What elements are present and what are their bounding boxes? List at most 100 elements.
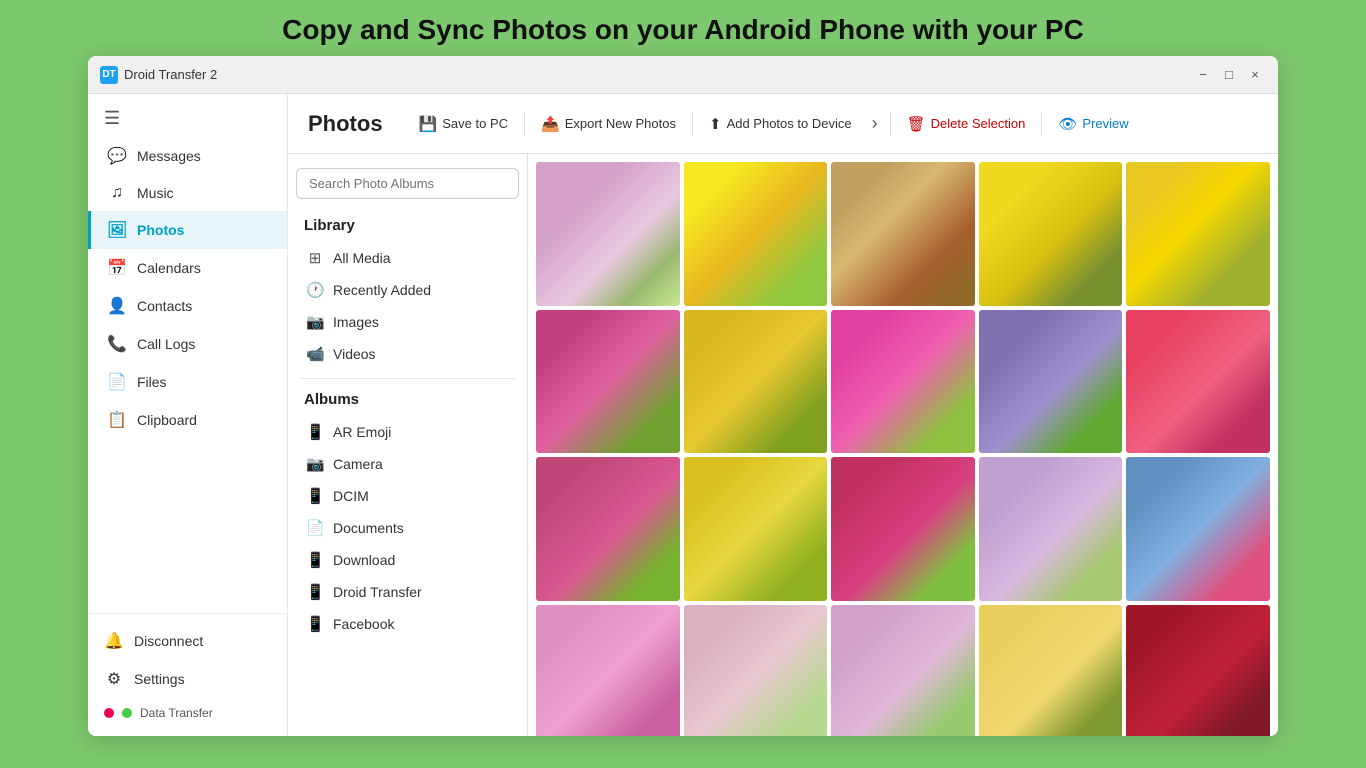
preview-button[interactable]: 👁 Preview bbox=[1046, 109, 1140, 139]
photo-cell-3[interactable] bbox=[831, 162, 975, 306]
add-photos-label: Add Photos to Device bbox=[727, 116, 852, 131]
droid-transfer-icon: 📱 bbox=[306, 583, 324, 601]
close-button[interactable]: × bbox=[1244, 64, 1266, 86]
album-item-ar-emoji[interactable]: 📱 AR Emoji bbox=[296, 416, 519, 448]
album-item-dcim-label: DCIM bbox=[333, 488, 369, 504]
minimize-button[interactable]: − bbox=[1192, 64, 1214, 86]
photo-cell-7[interactable] bbox=[684, 310, 828, 454]
photo-cell-13[interactable] bbox=[831, 457, 975, 601]
toolbar-separator-4 bbox=[1041, 112, 1042, 136]
download-icon: 📱 bbox=[306, 551, 324, 569]
music-icon: ♫ bbox=[107, 184, 127, 202]
preview-label: Preview bbox=[1082, 116, 1128, 131]
photo-cell-19[interactable] bbox=[979, 605, 1123, 736]
library-item-all-media[interactable]: ⊞ All Media bbox=[296, 242, 519, 274]
album-item-droid-transfer[interactable]: 📱 Droid Transfer bbox=[296, 576, 519, 608]
photo-cell-2[interactable] bbox=[684, 162, 828, 306]
search-input[interactable] bbox=[296, 168, 519, 199]
sidebar-item-music[interactable]: ♫ Music bbox=[88, 175, 287, 211]
export-new-photos-button[interactable]: 📤 Export New Photos bbox=[529, 109, 688, 139]
dot-red-icon bbox=[104, 708, 114, 718]
photo-cell-10[interactable] bbox=[1126, 310, 1270, 454]
album-item-download-label: Download bbox=[333, 552, 395, 568]
sidebar-item-disconnect-label: Disconnect bbox=[134, 633, 203, 649]
album-item-dcim[interactable]: 📱 DCIM bbox=[296, 480, 519, 512]
app-title: Droid Transfer 2 bbox=[124, 67, 1188, 82]
sidebar-item-settings[interactable]: ⚙ Settings bbox=[88, 660, 287, 698]
contacts-icon: 👤 bbox=[107, 296, 127, 316]
library-item-videos[interactable]: 📹 Videos bbox=[296, 338, 519, 370]
clipboard-icon: 📋 bbox=[107, 410, 127, 430]
photo-cell-18[interactable] bbox=[831, 605, 975, 736]
album-item-droid-transfer-label: Droid Transfer bbox=[333, 584, 422, 600]
photo-cell-11[interactable] bbox=[536, 457, 680, 601]
documents-album-icon: 📄 bbox=[306, 519, 324, 537]
album-item-download[interactable]: 📱 Download bbox=[296, 544, 519, 576]
save-to-pc-icon: 💾 bbox=[419, 115, 438, 133]
photo-cell-15[interactable] bbox=[1126, 457, 1270, 601]
sidebar-item-clipboard-label: Clipboard bbox=[137, 412, 197, 428]
sidebar-item-files-label: Files bbox=[137, 374, 167, 390]
photo-cell-16[interactable] bbox=[536, 605, 680, 736]
hamburger-menu-icon[interactable]: ☰ bbox=[88, 94, 287, 137]
add-photos-button[interactable]: ⬆ Add Photos to Device bbox=[697, 109, 864, 139]
app-window: DT Droid Transfer 2 − □ × ☰ 💬 Messages ♫… bbox=[88, 56, 1278, 736]
app-logo: DT bbox=[100, 66, 118, 84]
call-logs-icon: 📞 bbox=[107, 334, 127, 354]
photos-grid bbox=[536, 162, 1270, 736]
recently-added-icon: 🕐 bbox=[306, 281, 324, 299]
photo-cell-17[interactable] bbox=[684, 605, 828, 736]
album-item-camera[interactable]: 📷 Camera bbox=[296, 448, 519, 480]
all-media-icon: ⊞ bbox=[306, 249, 324, 267]
photo-cell-12[interactable] bbox=[684, 457, 828, 601]
more-button[interactable]: › bbox=[864, 109, 886, 138]
sidebar-item-disconnect[interactable]: 🔔 Disconnect bbox=[88, 622, 287, 660]
delete-icon: 🗑 bbox=[907, 115, 926, 133]
body-area: Library ⊞ All Media 🕐 Recently Added 📷 I… bbox=[288, 154, 1278, 736]
preview-icon: 👁 bbox=[1058, 115, 1077, 133]
album-item-facebook[interactable]: 📱 Facebook bbox=[296, 608, 519, 640]
sidebar-item-settings-label: Settings bbox=[134, 671, 185, 687]
banner: Copy and Sync Photos on your Android Pho… bbox=[0, 0, 1366, 56]
main-area: ☰ 💬 Messages ♫ Music 🖼 Photos bbox=[88, 94, 1278, 736]
library-item-videos-label: Videos bbox=[333, 346, 376, 362]
save-to-pc-button[interactable]: 💾 Save to PC bbox=[407, 109, 520, 139]
photo-cell-1[interactable] bbox=[536, 162, 680, 306]
page-title: Photos bbox=[308, 111, 383, 137]
photo-cell-6[interactable] bbox=[536, 310, 680, 454]
toolbar-separator-3 bbox=[890, 112, 891, 136]
photo-cell-20[interactable] bbox=[1126, 605, 1270, 736]
sidebar-nav: 💬 Messages ♫ Music 🖼 Photos 📅 Calendars bbox=[88, 137, 287, 439]
photo-cell-8[interactable] bbox=[831, 310, 975, 454]
title-bar: DT Droid Transfer 2 − □ × bbox=[88, 56, 1278, 94]
maximize-button[interactable]: □ bbox=[1218, 64, 1240, 86]
photo-cell-4[interactable] bbox=[979, 162, 1123, 306]
delete-selection-button[interactable]: 🗑 Delete Selection bbox=[895, 109, 1038, 139]
library-item-recently-added[interactable]: 🕐 Recently Added bbox=[296, 274, 519, 306]
photo-cell-9[interactable] bbox=[979, 310, 1123, 454]
sidebar-item-calendars[interactable]: 📅 Calendars bbox=[88, 249, 287, 287]
sidebar-item-contacts[interactable]: 👤 Contacts bbox=[88, 287, 287, 325]
sidebar-item-calendars-label: Calendars bbox=[137, 260, 201, 276]
export-icon: 📤 bbox=[541, 115, 560, 133]
settings-icon: ⚙ bbox=[104, 669, 124, 689]
photo-cell-5[interactable] bbox=[1126, 162, 1270, 306]
album-item-documents[interactable]: 📄 Documents bbox=[296, 512, 519, 544]
export-new-photos-label: Export New Photos bbox=[565, 116, 676, 131]
sidebar-item-call-logs[interactable]: 📞 Call Logs bbox=[88, 325, 287, 363]
messages-icon: 💬 bbox=[107, 146, 127, 166]
library-item-images[interactable]: 📷 Images bbox=[296, 306, 519, 338]
sidebar-item-messages-label: Messages bbox=[137, 148, 201, 164]
photo-cell-14[interactable] bbox=[979, 457, 1123, 601]
images-icon: 📷 bbox=[306, 313, 324, 331]
data-transfer-status: Data Transfer bbox=[88, 698, 287, 728]
album-item-facebook-label: Facebook bbox=[333, 616, 394, 632]
photos-icon: 🖼 bbox=[107, 220, 127, 240]
sidebar-item-messages[interactable]: 💬 Messages bbox=[88, 137, 287, 175]
sidebar-item-clipboard[interactable]: 📋 Clipboard bbox=[88, 401, 287, 439]
sidebar-item-files[interactable]: 📄 Files bbox=[88, 363, 287, 401]
content-header: Photos 💾 Save to PC 📤 Export New Photos … bbox=[288, 94, 1278, 154]
library-item-recently-added-label: Recently Added bbox=[333, 282, 431, 298]
sidebar: ☰ 💬 Messages ♫ Music 🖼 Photos bbox=[88, 94, 288, 736]
sidebar-item-photos[interactable]: 🖼 Photos bbox=[88, 211, 287, 249]
